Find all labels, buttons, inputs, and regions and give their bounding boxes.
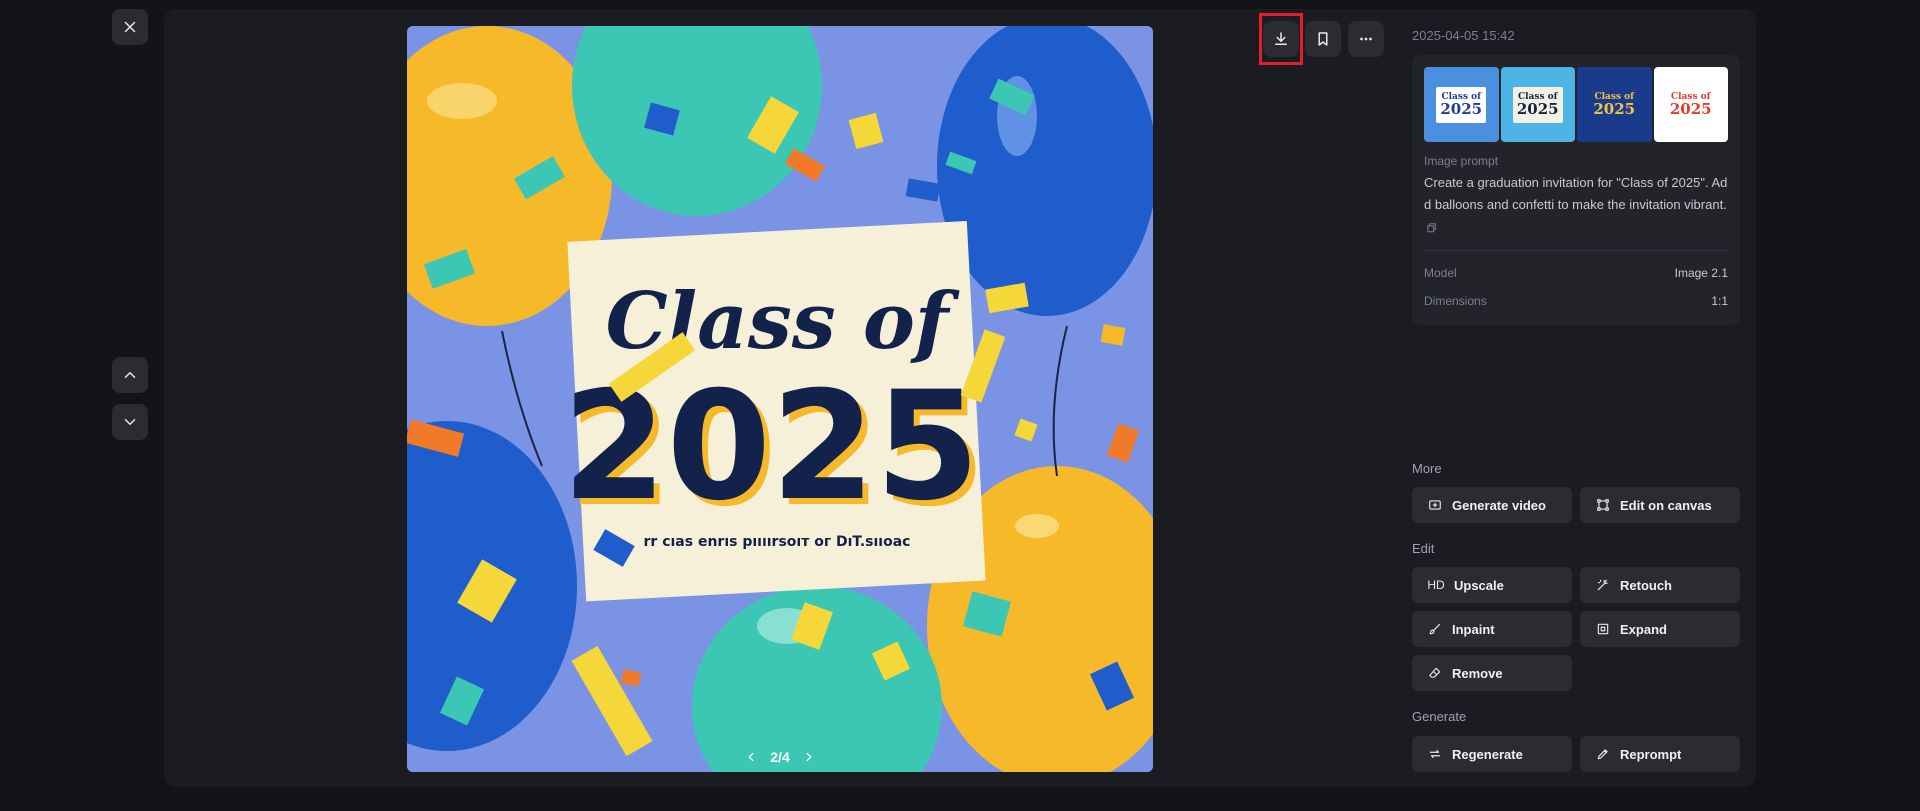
created-timestamp: 2025-04-05 15:42 [1412,28,1515,43]
thumbnail-card: Class of 2025 [1436,86,1487,123]
section-more-label: More [1412,461,1442,476]
regenerate-label: Regenerate [1452,746,1523,762]
copy-icon[interactable] [1427,222,1437,233]
section-generate-label: Generate [1412,709,1467,724]
dimensions-label: Dimensions [1424,294,1487,308]
model-row: Model Image 2.1 [1424,259,1728,287]
retouch-label: Retouch [1620,577,1672,593]
magic-wand-icon [1596,578,1610,592]
pager-count: 2/4 [770,749,790,765]
generate-video-label: Generate video [1452,497,1546,513]
thumbnail-1[interactable]: Class of 2025 [1424,67,1499,142]
image-pager: 2/4 [407,748,1153,766]
pager-next-button[interactable] [800,748,818,766]
remove-button[interactable]: Remove [1412,655,1572,691]
thumbnail-line2: 2025 [1669,99,1712,118]
eraser-icon [1428,666,1442,680]
retouch-button[interactable]: Retouch [1580,567,1740,603]
invitation-artwork: Class of 2025 2025 rr cıas enrıs pıııırs… [407,26,1153,772]
divider [1424,250,1728,251]
bookmark-button[interactable] [1305,21,1341,57]
dimensions-value: 1:1 [1711,294,1728,308]
thumbnail-strip: Class of 2025 Class of 2025 Class of 2025 Clas… [1424,67,1728,142]
expand-label: Expand [1620,621,1667,637]
prompt-label: Image prompt [1424,154,1499,168]
pager-prev-button[interactable] [742,748,760,766]
thumbnail-4[interactable]: Class of 2025 [1653,67,1728,142]
video-plus-icon [1428,498,1442,512]
next-image-button[interactable] [112,404,148,440]
close-button[interactable] [112,9,148,45]
thumbnail-2[interactable]: Class of 2025 [1500,67,1575,142]
edit-on-canvas-button[interactable]: Edit on canvas [1580,487,1740,523]
thumbnail-line2: 2025 [1440,99,1483,118]
info-card: Class of 2025 Class of 2025 Class of 2025 Clas… [1412,55,1740,325]
chevron-up-icon [124,372,136,378]
edit-on-canvas-label: Edit on canvas [1620,497,1712,513]
reprompt-button[interactable]: Reprompt [1580,736,1740,772]
thumbnail-line2: 2025 [1516,99,1559,118]
previous-image-button[interactable] [112,357,148,393]
regenerate-button[interactable]: Regenerate [1412,736,1572,772]
expand-button[interactable]: Expand [1580,611,1740,647]
bookmark-icon [1318,32,1328,46]
section-edit-label: Edit [1412,541,1435,556]
chevron-left-icon [748,752,754,762]
brush-icon [1428,622,1442,636]
thumbnail-3[interactable]: Class of 2025 [1577,67,1652,142]
chevron-down-icon [124,419,136,425]
download-highlight [1259,13,1303,65]
upscale-button[interactable]: HD Upscale [1412,567,1572,603]
prompt-text-content: Create a graduation invitation for "Clas… [1424,175,1728,212]
inpaint-label: Inpaint [1452,621,1495,637]
reprompt-label: Reprompt [1620,746,1682,762]
generated-image: Class of 2025 2025 rr cıas enrıs pıııırs… [407,26,1153,772]
more-options-button[interactable] [1348,21,1384,57]
hd-icon: HD [1427,578,1445,592]
canvas-icon [1596,498,1610,512]
close-icon [124,21,136,33]
inpaint-button[interactable]: Inpaint [1412,611,1572,647]
dimensions-row: Dimensions 1:1 [1424,287,1728,315]
thumbnail-card: Class of 2025 [1512,86,1563,123]
prompt-text[interactable]: Create a graduation invitation for "Clas… [1424,172,1728,238]
thumbnail-card: Class of 2025 [1589,86,1640,123]
artwork-subtext: rr cıas enrıs pıııırsoıт oг DıT.sııoac [644,534,911,550]
model-label: Model [1424,266,1457,280]
thumbnail-line2: 2025 [1593,99,1636,118]
model-value: Image 2.1 [1674,266,1728,280]
expand-icon [1596,622,1610,636]
remove-label: Remove [1452,665,1503,681]
refresh-icon [1428,747,1442,761]
pencil-icon [1596,747,1610,761]
chevron-right-icon [806,752,812,762]
generate-video-button[interactable]: Generate video [1412,487,1572,523]
upscale-label: Upscale [1454,577,1504,593]
more-horizontal-icon [1360,37,1372,41]
thumbnail-card: Class of 2025 [1665,86,1716,123]
